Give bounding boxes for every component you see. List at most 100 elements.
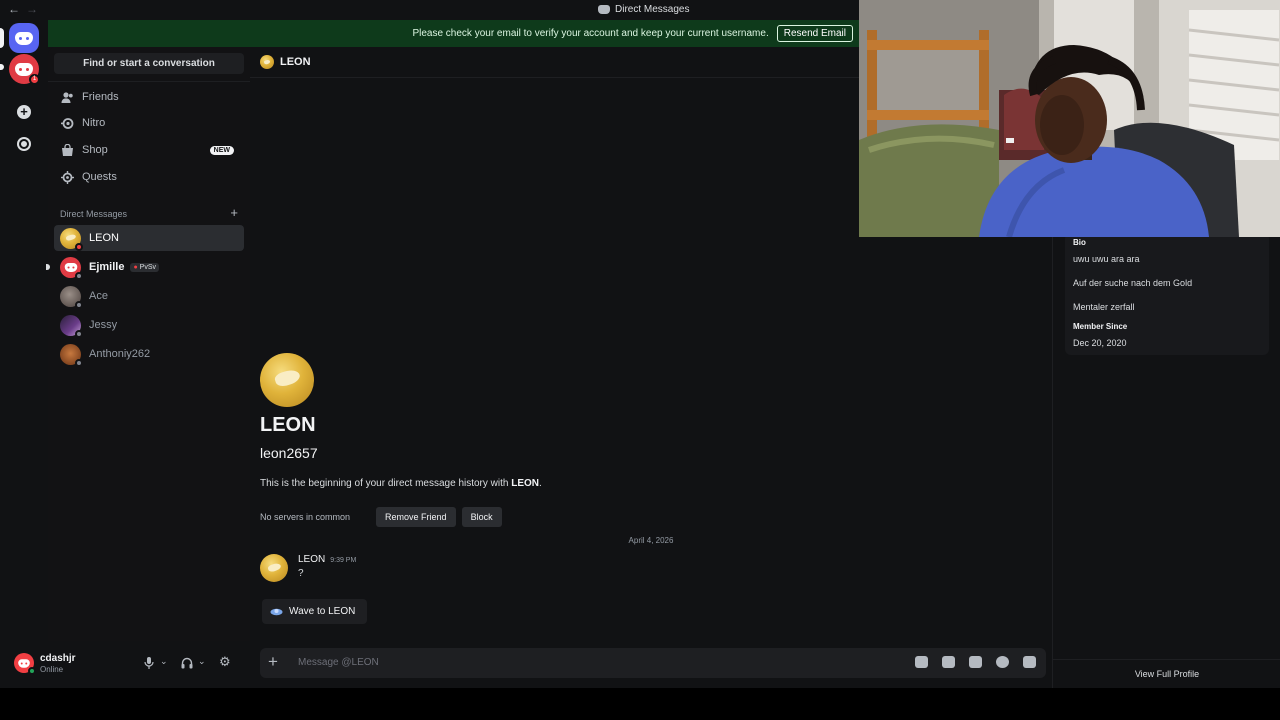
gif-icon[interactable] bbox=[942, 656, 955, 668]
guild-tag-text: PvSv bbox=[139, 263, 156, 271]
offline-status-icon bbox=[75, 329, 83, 338]
history-nav: ←→ bbox=[8, 2, 44, 16]
wave-button-label: Wave to LEON bbox=[289, 606, 356, 617]
gear-icon[interactable]: ⚙ bbox=[219, 654, 231, 670]
mutual-servers-text: No servers in common bbox=[260, 512, 351, 522]
discord-logo-icon bbox=[15, 31, 33, 45]
back-arrow-icon[interactable]: ← bbox=[8, 2, 26, 16]
discover-button[interactable] bbox=[17, 137, 31, 151]
message-timestamp: 9:39 PM bbox=[330, 557, 357, 564]
user-avatar[interactable] bbox=[14, 653, 36, 675]
profile-card bbox=[1065, 233, 1269, 355]
verify-email-banner: Please check your email to verify your a… bbox=[48, 20, 859, 47]
date-divider: April 4, 2026 bbox=[628, 536, 674, 545]
webcam-feed-image bbox=[859, 0, 1280, 237]
avatar bbox=[60, 227, 83, 251]
remove-friend-button[interactable]: Remove Friend bbox=[376, 507, 456, 527]
message-composer: + Message @LEON bbox=[260, 648, 1046, 678]
avatar bbox=[60, 343, 83, 367]
message-author[interactable]: LEON bbox=[298, 554, 325, 565]
username: cdashjr bbox=[40, 653, 76, 664]
offline-status-icon bbox=[75, 358, 83, 367]
dm-item-jessy[interactable]: Jessy bbox=[54, 312, 244, 338]
server-rail: 1 + bbox=[0, 20, 48, 688]
message-header: LEON 9:39 PM bbox=[298, 554, 356, 565]
wave-sticker-icon bbox=[270, 607, 283, 617]
bio-label: Bio bbox=[1073, 238, 1086, 247]
wave-button[interactable]: Wave to LEON bbox=[262, 599, 368, 624]
avatar bbox=[60, 256, 83, 280]
dm-name: Ejmille bbox=[89, 261, 125, 273]
emoji-icon[interactable] bbox=[996, 656, 1009, 668]
intro-display-name: LEON bbox=[260, 414, 316, 436]
dm-name: Ace bbox=[89, 290, 108, 302]
headphones-icon[interactable] bbox=[181, 657, 193, 672]
microphone-icon[interactable] bbox=[144, 657, 154, 672]
forward-arrow-icon[interactable]: → bbox=[26, 2, 44, 16]
dm-item-anthoniy262[interactable]: Anthoniy262 bbox=[54, 341, 244, 367]
nav-friends[interactable]: Friends bbox=[54, 85, 244, 109]
message-input[interactable]: Message @LEON bbox=[298, 657, 379, 668]
attach-plus-icon[interactable]: + bbox=[268, 652, 278, 672]
intro-description: This is the beginning of your direct mes… bbox=[260, 478, 542, 489]
divider bbox=[48, 81, 250, 82]
friends-icon bbox=[60, 90, 74, 104]
unread-indicator bbox=[46, 264, 50, 270]
intro-avatar[interactable] bbox=[260, 353, 314, 407]
intro-actions: No servers in common Remove Friend Block bbox=[260, 507, 502, 527]
gift-icon[interactable] bbox=[915, 656, 928, 668]
new-badge: NEW bbox=[209, 145, 234, 155]
audio-options-chevron-down-icon[interactable]: ⌄ bbox=[198, 656, 206, 667]
intro-username: leon2657 bbox=[260, 445, 318, 461]
discord-logo-icon bbox=[18, 658, 30, 668]
dm-item-ejmille[interactable]: Ejmille ● PvSv bbox=[46, 254, 244, 280]
bio-line: Auf der suche nach dem Gold bbox=[1073, 278, 1193, 288]
add-server-button[interactable]: + bbox=[17, 105, 31, 119]
direct-messages-header: Direct Messages bbox=[60, 209, 128, 219]
composer-actions bbox=[915, 656, 1036, 668]
sticker-icon[interactable] bbox=[969, 656, 982, 668]
avatar bbox=[60, 314, 83, 338]
nav-friends-label: Friends bbox=[82, 91, 119, 103]
create-dm-button[interactable]: + bbox=[230, 205, 238, 220]
intro-text-suffix: . bbox=[539, 478, 542, 489]
discord-app: ←→ Direct Messages 1 + Please check your… bbox=[0, 0, 1280, 688]
resend-email-button[interactable]: Resend Email bbox=[776, 25, 853, 42]
dm-item-ace[interactable]: Ace bbox=[54, 283, 244, 309]
quests-icon bbox=[60, 170, 74, 184]
online-status-icon bbox=[28, 667, 36, 675]
find-conversation-button[interactable]: Find or start a conversation bbox=[54, 53, 244, 74]
unread-pill bbox=[0, 64, 4, 70]
offline-status-icon bbox=[75, 271, 83, 280]
dnd-status-icon bbox=[75, 242, 83, 251]
shop-icon bbox=[60, 143, 74, 157]
nav-shop[interactable]: Shop NEW bbox=[54, 138, 244, 162]
apps-icon[interactable] bbox=[1023, 656, 1036, 668]
guild-tag-icon: ● bbox=[133, 263, 138, 271]
discord-logo-icon bbox=[64, 262, 77, 272]
block-button[interactable]: Block bbox=[461, 507, 502, 527]
discord-logo-icon bbox=[15, 62, 33, 76]
bio-line: uwu uwu ara ara bbox=[1073, 254, 1140, 264]
server-icon[interactable]: 1 bbox=[9, 54, 40, 85]
selected-pill bbox=[0, 28, 4, 48]
header-avatar[interactable] bbox=[260, 55, 274, 69]
bio-line: Mentaler zerfall bbox=[1073, 302, 1135, 312]
view-full-profile-button[interactable]: View Full Profile bbox=[1053, 659, 1280, 688]
avatar bbox=[60, 285, 83, 309]
mic-options-chevron-down-icon[interactable]: ⌄ bbox=[160, 656, 168, 667]
window-title-text: Direct Messages bbox=[615, 4, 690, 15]
dm-inbox-icon bbox=[598, 5, 610, 14]
chat-header-name[interactable]: LEON bbox=[280, 56, 311, 68]
intro-text-name: LEON bbox=[511, 478, 540, 489]
nitro-icon bbox=[60, 116, 74, 130]
member-since-date: Dec 20, 2020 bbox=[1073, 338, 1127, 348]
nav-nitro[interactable]: Nitro bbox=[54, 111, 244, 135]
nav-quests[interactable]: Quests bbox=[54, 165, 244, 189]
direct-messages-home-button[interactable] bbox=[9, 23, 39, 53]
message-content: ? bbox=[298, 568, 304, 579]
intro-text-prefix: This is the beginning of your direct mes… bbox=[260, 478, 512, 489]
offline-status-icon bbox=[75, 300, 83, 309]
message-avatar[interactable] bbox=[260, 554, 288, 582]
dm-item-leon[interactable]: LEON bbox=[54, 225, 244, 251]
